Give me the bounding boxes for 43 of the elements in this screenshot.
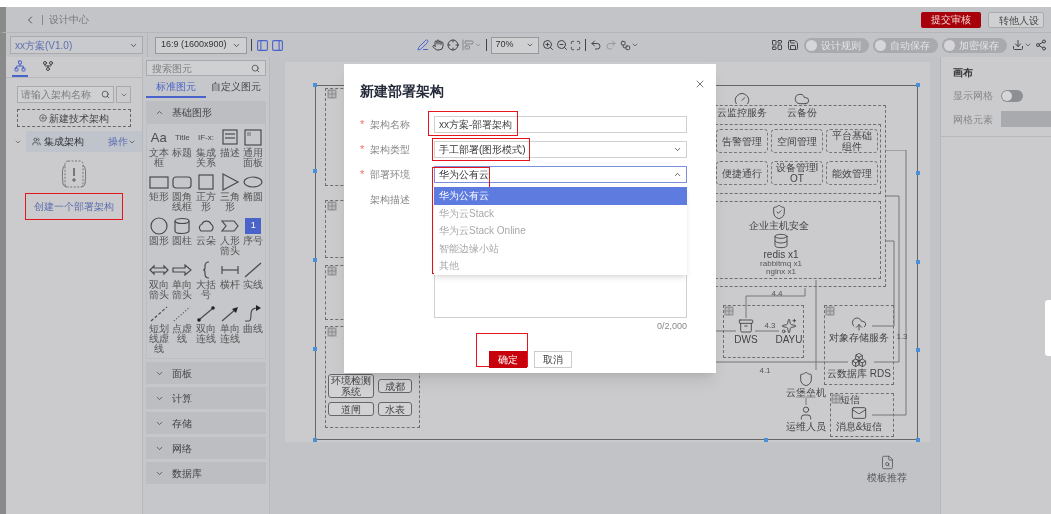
node-label: 云堡垒机: [786, 387, 826, 398]
required-mark: *: [360, 117, 365, 132]
node-note: 4.1: [759, 367, 771, 375]
field-label: 架构名称: [370, 118, 411, 132]
field-label: 部署环境: [370, 168, 411, 182]
group-title: 短信: [840, 395, 860, 405]
node-box: 道闸: [328, 402, 374, 416]
field-label: 架构描述: [370, 193, 411, 207]
shape-glyph: Title: [174, 132, 190, 144]
field-label: 架构类型: [370, 143, 411, 157]
node-label: redis x1: [763, 249, 799, 260]
required-mark: *: [360, 142, 365, 157]
node-note: 4.3: [764, 322, 776, 330]
node-box: 成都: [378, 379, 412, 393]
node-label: 云备份: [787, 107, 817, 118]
module-box: 能效管理: [826, 161, 878, 185]
module-box: 设备管理IOT: [771, 161, 823, 185]
module-box: 平台基础组件: [826, 129, 878, 153]
node-note: 4.4: [771, 290, 783, 298]
shape-glyph: Aa: [150, 129, 167, 148]
module-box: 空间管理: [771, 129, 823, 153]
field-label: 网格元素: [953, 112, 993, 127]
node-box: 环境检测系统: [328, 374, 374, 398]
node-label: 云数据库 RDS: [827, 368, 891, 379]
header-title: 设计中心: [49, 13, 89, 27]
node-label: 云监控服务: [717, 107, 767, 118]
node-label: 消息&短信: [835, 421, 883, 432]
shape-glyph: IF-x:: [198, 132, 214, 144]
node-note: rabbitmq x1: [760, 260, 802, 268]
node-note: nginx x1: [766, 268, 796, 276]
field-label: 显示网格: [953, 89, 993, 103]
required-mark: *: [360, 167, 365, 182]
node-label: DWS: [734, 334, 758, 345]
node-label: DAYU: [775, 334, 803, 345]
node-box: 水表: [378, 402, 412, 416]
node-label: 对象存储服务: [829, 332, 889, 343]
node-label: 企业主机安全: [749, 220, 809, 231]
dialog-title: 新建部署架构: [360, 82, 444, 101]
number-badge: 1: [245, 218, 262, 234]
char-counter: 0/2,000: [656, 320, 687, 333]
node-label: 运维人员: [786, 421, 826, 432]
panel-title: 画布: [953, 66, 974, 80]
node-note: 1.3: [896, 333, 908, 341]
